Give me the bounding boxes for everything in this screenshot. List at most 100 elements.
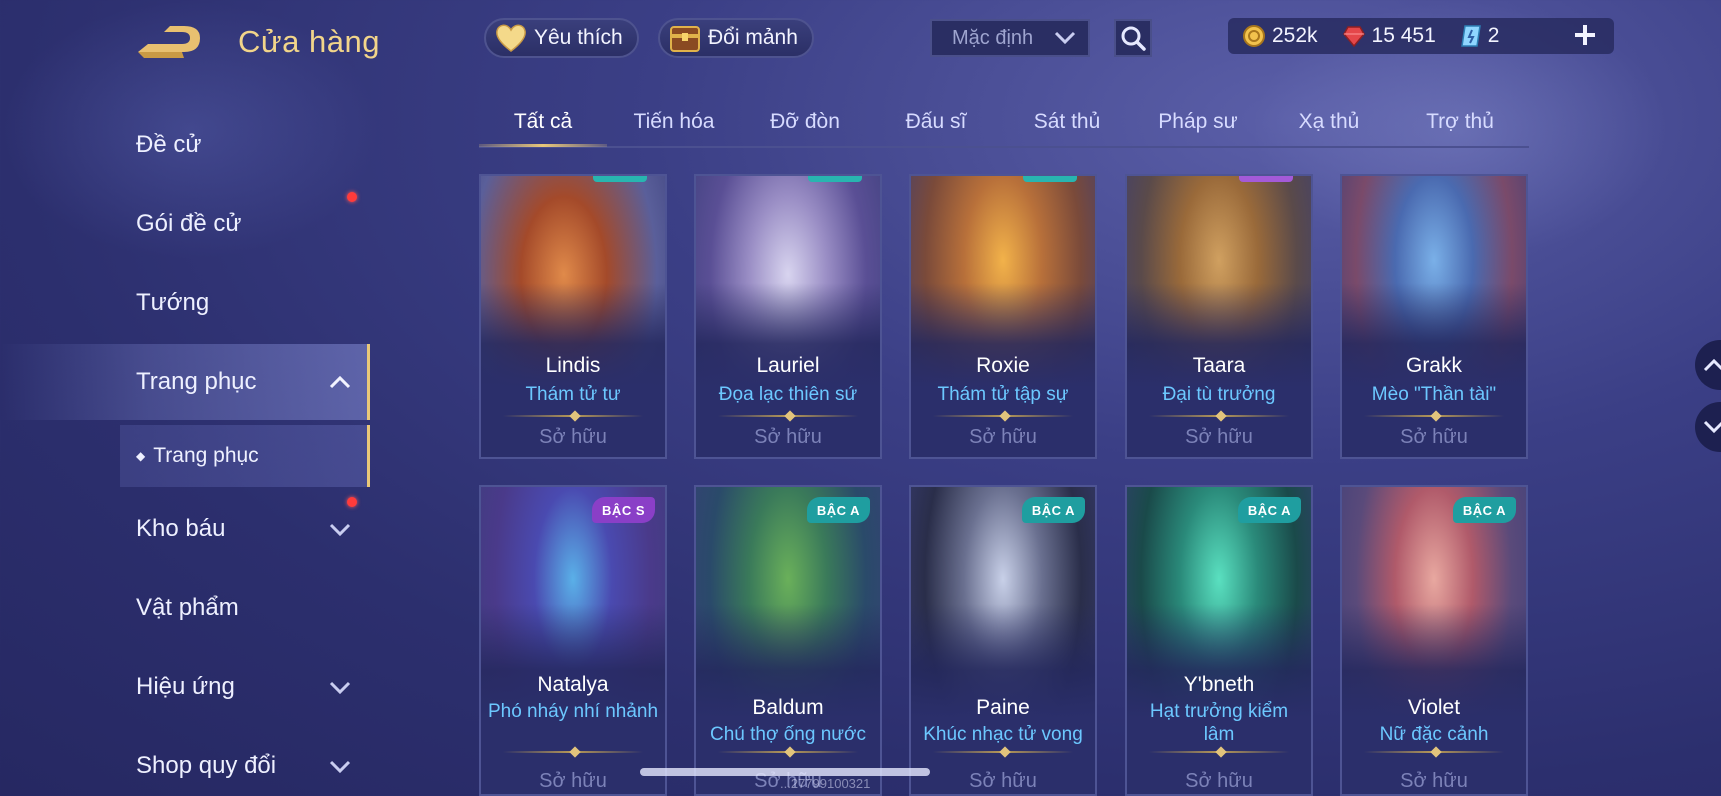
- gold-coin-icon: [1243, 25, 1265, 47]
- skin-name: Thám tử tập sự: [937, 384, 1069, 405]
- sidebar-item-treasure[interactable]: Kho báu: [0, 493, 370, 565]
- sidebar-item-items[interactable]: Vật phẩm: [0, 572, 370, 644]
- skin-card[interactable]: Lindis Thám tử tư Sở hữu: [479, 174, 667, 459]
- skin-name: Chú thợ ống nước: [710, 724, 866, 745]
- sidebar-item-recommended-packs[interactable]: Gói đề cử: [0, 188, 370, 260]
- chevron-down-icon: [1703, 420, 1721, 434]
- hero-name: Lauriel: [756, 354, 820, 377]
- sidebar-subitem-skins[interactable]: ◆ Trang phục: [120, 425, 370, 487]
- owned-status: Sở hữu: [1400, 426, 1468, 448]
- tab-mage[interactable]: Pháp sư: [1138, 110, 1258, 134]
- skin-name: Mèo "Thần tài": [1371, 384, 1497, 405]
- skin-card[interactable]: BẬC A Paine Khúc nhạc tử vong Sở hữu: [909, 485, 1097, 796]
- card-shade: [1127, 603, 1311, 794]
- chevron-down-icon: [329, 681, 351, 695]
- skin-card[interactable]: BẬC A Baldum Chú thợ ống nước Sở hữu: [694, 485, 882, 796]
- back-arrow-icon: [138, 26, 200, 58]
- hero-name: Taara: [1192, 354, 1246, 377]
- sidebar-item-label: Đề cử: [136, 131, 202, 158]
- skin-name: Đại tù trưởng: [1162, 384, 1276, 405]
- tab-all[interactable]: Tất cả: [483, 110, 603, 134]
- voucher-balance: 15 451: [1342, 24, 1436, 48]
- sort-dropdown[interactable]: Mặc định: [930, 19, 1090, 57]
- skin-name: Đọa lạc thiên sứ: [718, 384, 858, 405]
- sidebar-subitem-label: Trang phục: [153, 444, 259, 467]
- skin-card[interactable]: Grakk Mèo "Thần tài" Sở hữu: [1340, 174, 1528, 459]
- owned-status: Sở hữu: [1185, 770, 1253, 792]
- sidebar-item-label: Vật phẩm: [136, 594, 239, 621]
- exchange-label: Đổi mảnh: [708, 26, 798, 49]
- notification-dot: [347, 497, 357, 507]
- skin-name: Hạt trưởng kiểm lâm: [1149, 701, 1289, 745]
- category-tabs: Tất cả Tiến hóa Đỡ đòn Đấu sĩ Sát thủ Ph…: [479, 96, 1529, 148]
- sidebar-item-label: Kho báu: [136, 515, 226, 542]
- skin-card[interactable]: BẬC A Violet Nữ đặc cảnh Sở hữu: [1340, 485, 1528, 796]
- sidebar-item-effects[interactable]: Hiệu ứng: [0, 651, 370, 723]
- sidebar-item-heroes[interactable]: Tướng: [0, 267, 370, 339]
- sidebar-item-recommended[interactable]: Đề cử: [0, 109, 370, 181]
- owned-status: Sở hữu: [1185, 426, 1253, 448]
- tab-fighter[interactable]: Đấu sĩ: [876, 110, 996, 134]
- skin-card[interactable]: BẬC S Natalya Phó nháy nhí nhảnh Sở hữu: [479, 485, 667, 796]
- category-tag: [1023, 176, 1077, 182]
- skin-name: Thám tử tư: [525, 384, 621, 405]
- tier-badge: BẬC A: [1237, 497, 1301, 523]
- notification-dot: [347, 192, 357, 202]
- search-button[interactable]: [1114, 19, 1152, 57]
- hero-name: Paine: [976, 696, 1030, 719]
- chevron-down-icon: [1054, 31, 1076, 45]
- voucher-amount: 15 451: [1371, 24, 1436, 47]
- hero-name: Y'bneth: [1183, 673, 1255, 696]
- hero-name: Natalya: [537, 673, 609, 696]
- token-balance: 2: [1460, 24, 1499, 48]
- scroll-down-button[interactable]: [1695, 402, 1721, 452]
- bullet-icon: ◆: [136, 449, 146, 463]
- skin-card[interactable]: Taara Đại tù trưởng Sở hữu: [1125, 174, 1313, 459]
- tab-evolution[interactable]: Tiến hóa: [614, 110, 734, 134]
- skin-card[interactable]: BẬC A Y'bneth Hạt trưởng kiểm lâm Sở hữu: [1125, 485, 1313, 796]
- hero-name: Baldum: [752, 696, 824, 719]
- gold-balance: 252k: [1242, 24, 1318, 48]
- owned-status: Sở hữu: [969, 426, 1037, 448]
- card-shade: [481, 603, 665, 794]
- owned-status: Sở hữu: [1400, 770, 1468, 792]
- skin-name: Phó nháy nhí nhảnh: [487, 701, 659, 722]
- add-currency-button[interactable]: [1568, 18, 1602, 52]
- tier-badge: BẬC A: [806, 497, 870, 523]
- sidebar-item-label: Trang phục: [136, 368, 257, 395]
- page-title: Cửa hàng: [238, 24, 380, 59]
- tab-assassin[interactable]: Sát thủ: [1007, 110, 1127, 134]
- tab-tank[interactable]: Đỡ đòn: [745, 110, 865, 134]
- scroll-up-button[interactable]: [1695, 340, 1721, 390]
- hero-name: Lindis: [545, 354, 601, 377]
- favorites-button[interactable]: Yêu thích: [484, 18, 639, 58]
- sidebar-item-label: Shop quy đổi: [136, 752, 277, 779]
- hero-name: Roxie: [976, 354, 1030, 377]
- sidebar-item-label: Hiệu ứng: [136, 673, 235, 700]
- owned-status: Sở hữu: [969, 770, 1037, 792]
- tier-badge: BẬC A: [1452, 497, 1516, 523]
- tier-badge: BẬC A: [1021, 497, 1085, 523]
- home-indicator: [640, 768, 930, 776]
- chevron-down-icon: [329, 523, 351, 537]
- tier-badge: BẬC S: [592, 497, 655, 523]
- category-tag: [808, 176, 862, 182]
- skin-card[interactable]: Roxie Thám tử tập sự Sở hữu: [909, 174, 1097, 459]
- exchange-button[interactable]: Đổi mảnh: [658, 18, 814, 58]
- back-button[interactable]: [134, 22, 208, 62]
- blue-card-icon: [1460, 25, 1481, 47]
- tab-marksman[interactable]: Xạ thủ: [1269, 110, 1389, 134]
- currency-bar: 252k 15 451 2: [1228, 18, 1614, 54]
- sidebar-item-exchange-shop[interactable]: Shop quy đổi: [0, 730, 370, 796]
- owned-status: Sở hữu: [754, 426, 822, 448]
- favorites-label: Yêu thích: [534, 26, 623, 49]
- chevron-down-icon: [329, 760, 351, 774]
- owned-status: Sở hữu: [539, 770, 607, 792]
- skin-card[interactable]: Lauriel Đọa lạc thiên sứ Sở hữu: [694, 174, 882, 459]
- chevron-up-icon: [329, 375, 351, 389]
- sidebar-item-skins[interactable]: Trang phục: [0, 344, 370, 420]
- plus-icon: [1575, 25, 1595, 45]
- tab-support[interactable]: Trợ thủ: [1400, 110, 1520, 134]
- skin-name: Nữ đặc cảnh: [1379, 724, 1489, 745]
- watermark: ...27799100321: [780, 776, 871, 791]
